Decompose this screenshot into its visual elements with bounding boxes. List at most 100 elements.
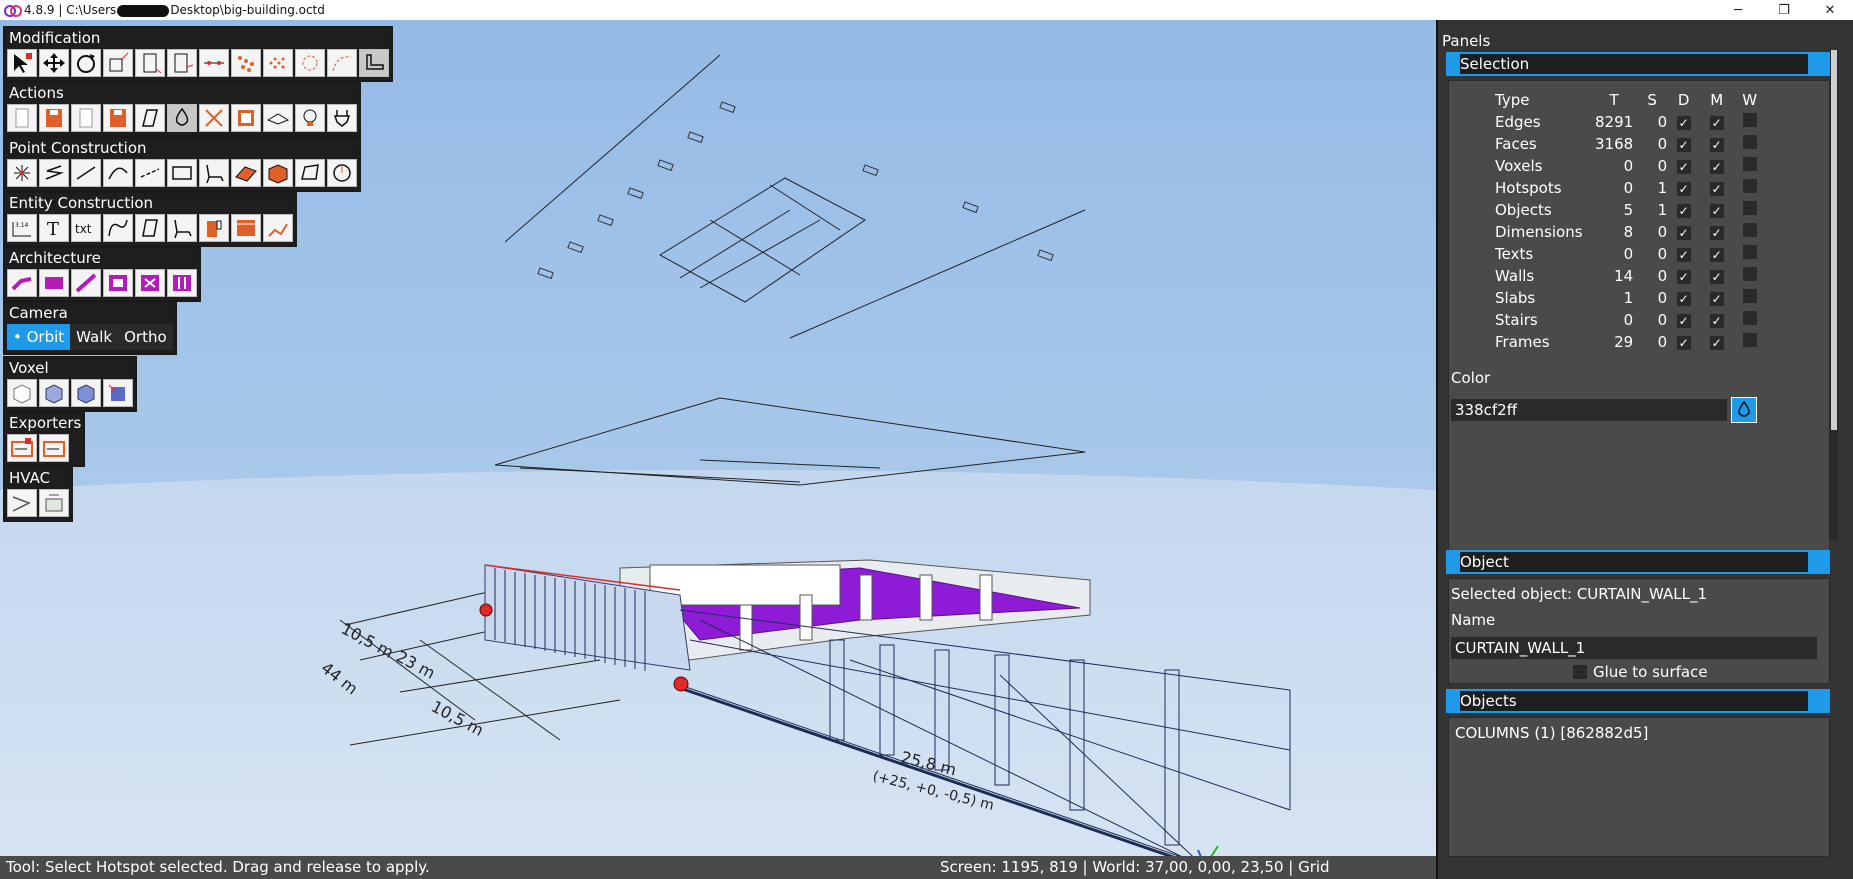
camera-walk-button[interactable]: Walk bbox=[70, 324, 119, 350]
voxel-remove-tool[interactable] bbox=[103, 379, 133, 407]
checkbox-d-frames[interactable]: ✓ bbox=[1676, 336, 1691, 350]
array-tool[interactable] bbox=[199, 49, 229, 77]
sun-tool[interactable] bbox=[167, 214, 197, 242]
voxel-fill-tool[interactable] bbox=[39, 379, 69, 407]
checkbox-w-voxels[interactable] bbox=[1742, 157, 1757, 171]
surface-tool[interactable] bbox=[231, 159, 261, 187]
checkbox-w-slabs[interactable] bbox=[1742, 289, 1757, 303]
checkbox-m-stairs[interactable]: ✓ bbox=[1709, 314, 1724, 328]
objects-list-item[interactable]: COLUMNS (1) [862882d5] bbox=[1455, 724, 1648, 742]
voxel-add-tool[interactable] bbox=[7, 379, 37, 407]
plane-tool[interactable] bbox=[135, 214, 165, 242]
checkbox-d-texts[interactable]: ✓ bbox=[1676, 248, 1691, 262]
selection-section-header[interactable]: Selection bbox=[1446, 52, 1830, 76]
color-hex-input[interactable]: 338cf2ff bbox=[1451, 399, 1727, 421]
chair-tool[interactable] bbox=[199, 159, 229, 187]
polar-array-tool[interactable] bbox=[295, 49, 325, 77]
grid-array-tool[interactable] bbox=[231, 49, 261, 77]
face-tool[interactable] bbox=[135, 104, 165, 132]
checkbox-d-walls[interactable]: ✓ bbox=[1676, 270, 1691, 284]
open-file-tool[interactable] bbox=[71, 104, 101, 132]
checkbox-d-hotspots[interactable]: ✓ bbox=[1676, 182, 1691, 196]
stair-tool[interactable] bbox=[263, 214, 293, 242]
color-picker-button[interactable] bbox=[1731, 397, 1757, 423]
checkbox-m-dimensions[interactable]: ✓ bbox=[1709, 226, 1724, 240]
checkbox-m-voxels[interactable]: ✓ bbox=[1709, 160, 1724, 174]
opening-tool[interactable] bbox=[135, 269, 165, 297]
close-button[interactable]: ✕ bbox=[1807, 0, 1853, 20]
arc-tool[interactable] bbox=[103, 159, 133, 187]
box-tool[interactable] bbox=[263, 159, 293, 187]
checkbox-d-slabs[interactable]: ✓ bbox=[1676, 292, 1691, 306]
checkbox-w-faces[interactable] bbox=[1742, 135, 1757, 149]
door-tool[interactable] bbox=[199, 214, 229, 242]
checkbox-m-objects[interactable]: ✓ bbox=[1709, 204, 1724, 218]
checkbox-w-hotspots[interactable] bbox=[1742, 179, 1757, 193]
delete-tool[interactable] bbox=[199, 104, 229, 132]
checkbox-w-dimensions[interactable] bbox=[1742, 223, 1757, 237]
duct-tool[interactable] bbox=[7, 489, 37, 517]
section-plane-tool[interactable] bbox=[263, 104, 293, 132]
select-tool[interactable] bbox=[7, 49, 37, 77]
light-tool[interactable] bbox=[295, 104, 325, 132]
wall-tool[interactable] bbox=[7, 269, 37, 297]
checkbox-m-faces[interactable]: ✓ bbox=[1709, 138, 1724, 152]
glue-to-surface-checkbox[interactable] bbox=[1573, 665, 1587, 679]
polyline-tool[interactable] bbox=[39, 159, 69, 187]
curve-tool[interactable] bbox=[103, 214, 133, 242]
export-tool-2[interactable] bbox=[39, 434, 69, 462]
checkbox-m-edges[interactable]: ✓ bbox=[1709, 116, 1724, 130]
checkbox-w-frames[interactable] bbox=[1742, 333, 1757, 347]
text-tool[interactable]: T bbox=[39, 214, 69, 242]
frame-tool[interactable] bbox=[167, 269, 197, 297]
window-tool[interactable] bbox=[231, 214, 261, 242]
slab-tool[interactable] bbox=[39, 269, 69, 297]
point-tool[interactable] bbox=[7, 159, 37, 187]
checkbox-d-objects[interactable]: ✓ bbox=[1676, 204, 1691, 218]
checkbox-m-hotspots[interactable]: ✓ bbox=[1709, 182, 1724, 196]
rotate-tool[interactable] bbox=[71, 49, 101, 77]
path-array-tool[interactable] bbox=[327, 49, 357, 77]
checkbox-w-walls[interactable] bbox=[1742, 267, 1757, 281]
maximize-button[interactable]: ❐ bbox=[1761, 0, 1807, 20]
checkbox-d-faces[interactable]: ✓ bbox=[1676, 138, 1691, 152]
checkbox-d-dimensions[interactable]: ✓ bbox=[1676, 226, 1691, 240]
circle-tool[interactable] bbox=[327, 159, 357, 187]
pushpull-tool[interactable] bbox=[167, 49, 197, 77]
voxel-paint-tool[interactable] bbox=[71, 379, 101, 407]
hvac-unit-tool[interactable] bbox=[39, 489, 69, 517]
checkbox-m-slabs[interactable]: ✓ bbox=[1709, 292, 1724, 306]
line-tool[interactable] bbox=[71, 159, 101, 187]
beam-tool[interactable] bbox=[71, 269, 101, 297]
select-hotspot-tool[interactable] bbox=[359, 49, 389, 77]
checkbox-m-texts[interactable]: ✓ bbox=[1709, 248, 1724, 262]
roof-tool[interactable] bbox=[103, 269, 133, 297]
objects-section-header[interactable]: Objects bbox=[1446, 689, 1830, 713]
checkbox-m-frames[interactable]: ✓ bbox=[1709, 336, 1724, 350]
object-name-input[interactable]: CURTAIN_WALL_1 bbox=[1451, 637, 1817, 659]
minimize-button[interactable]: ─ bbox=[1715, 0, 1761, 20]
checkbox-w-edges[interactable] bbox=[1742, 113, 1757, 127]
group-tool[interactable] bbox=[231, 104, 261, 132]
selection-scrollbar[interactable] bbox=[1830, 50, 1838, 540]
move-tool[interactable] bbox=[39, 49, 69, 77]
camera-ortho-button[interactable]: Ortho bbox=[118, 324, 173, 350]
checkbox-d-voxels[interactable]: ✓ bbox=[1676, 160, 1691, 174]
polygon-tool[interactable] bbox=[295, 159, 325, 187]
dimension-tool[interactable]: 3.14 bbox=[7, 214, 37, 242]
dashed-line-tool[interactable] bbox=[135, 159, 165, 187]
rectangle-tool[interactable] bbox=[167, 159, 197, 187]
object-section-header[interactable]: Object bbox=[1446, 550, 1830, 574]
checkbox-d-edges[interactable]: ✓ bbox=[1676, 116, 1691, 130]
checkbox-d-stairs[interactable]: ✓ bbox=[1676, 314, 1691, 328]
camera-orbit-button[interactable]: • Orbit bbox=[7, 324, 71, 350]
paint-tool[interactable] bbox=[167, 104, 197, 132]
checkbox-w-stairs[interactable] bbox=[1742, 311, 1757, 325]
plugin-tool[interactable] bbox=[327, 104, 357, 132]
checkbox-w-texts[interactable] bbox=[1742, 245, 1757, 259]
volume-array-tool[interactable] bbox=[263, 49, 293, 77]
offset-tool[interactable] bbox=[135, 49, 165, 77]
checkbox-w-objects[interactable] bbox=[1742, 201, 1757, 215]
save-tool[interactable] bbox=[39, 104, 69, 132]
new-file-tool[interactable] bbox=[7, 104, 37, 132]
